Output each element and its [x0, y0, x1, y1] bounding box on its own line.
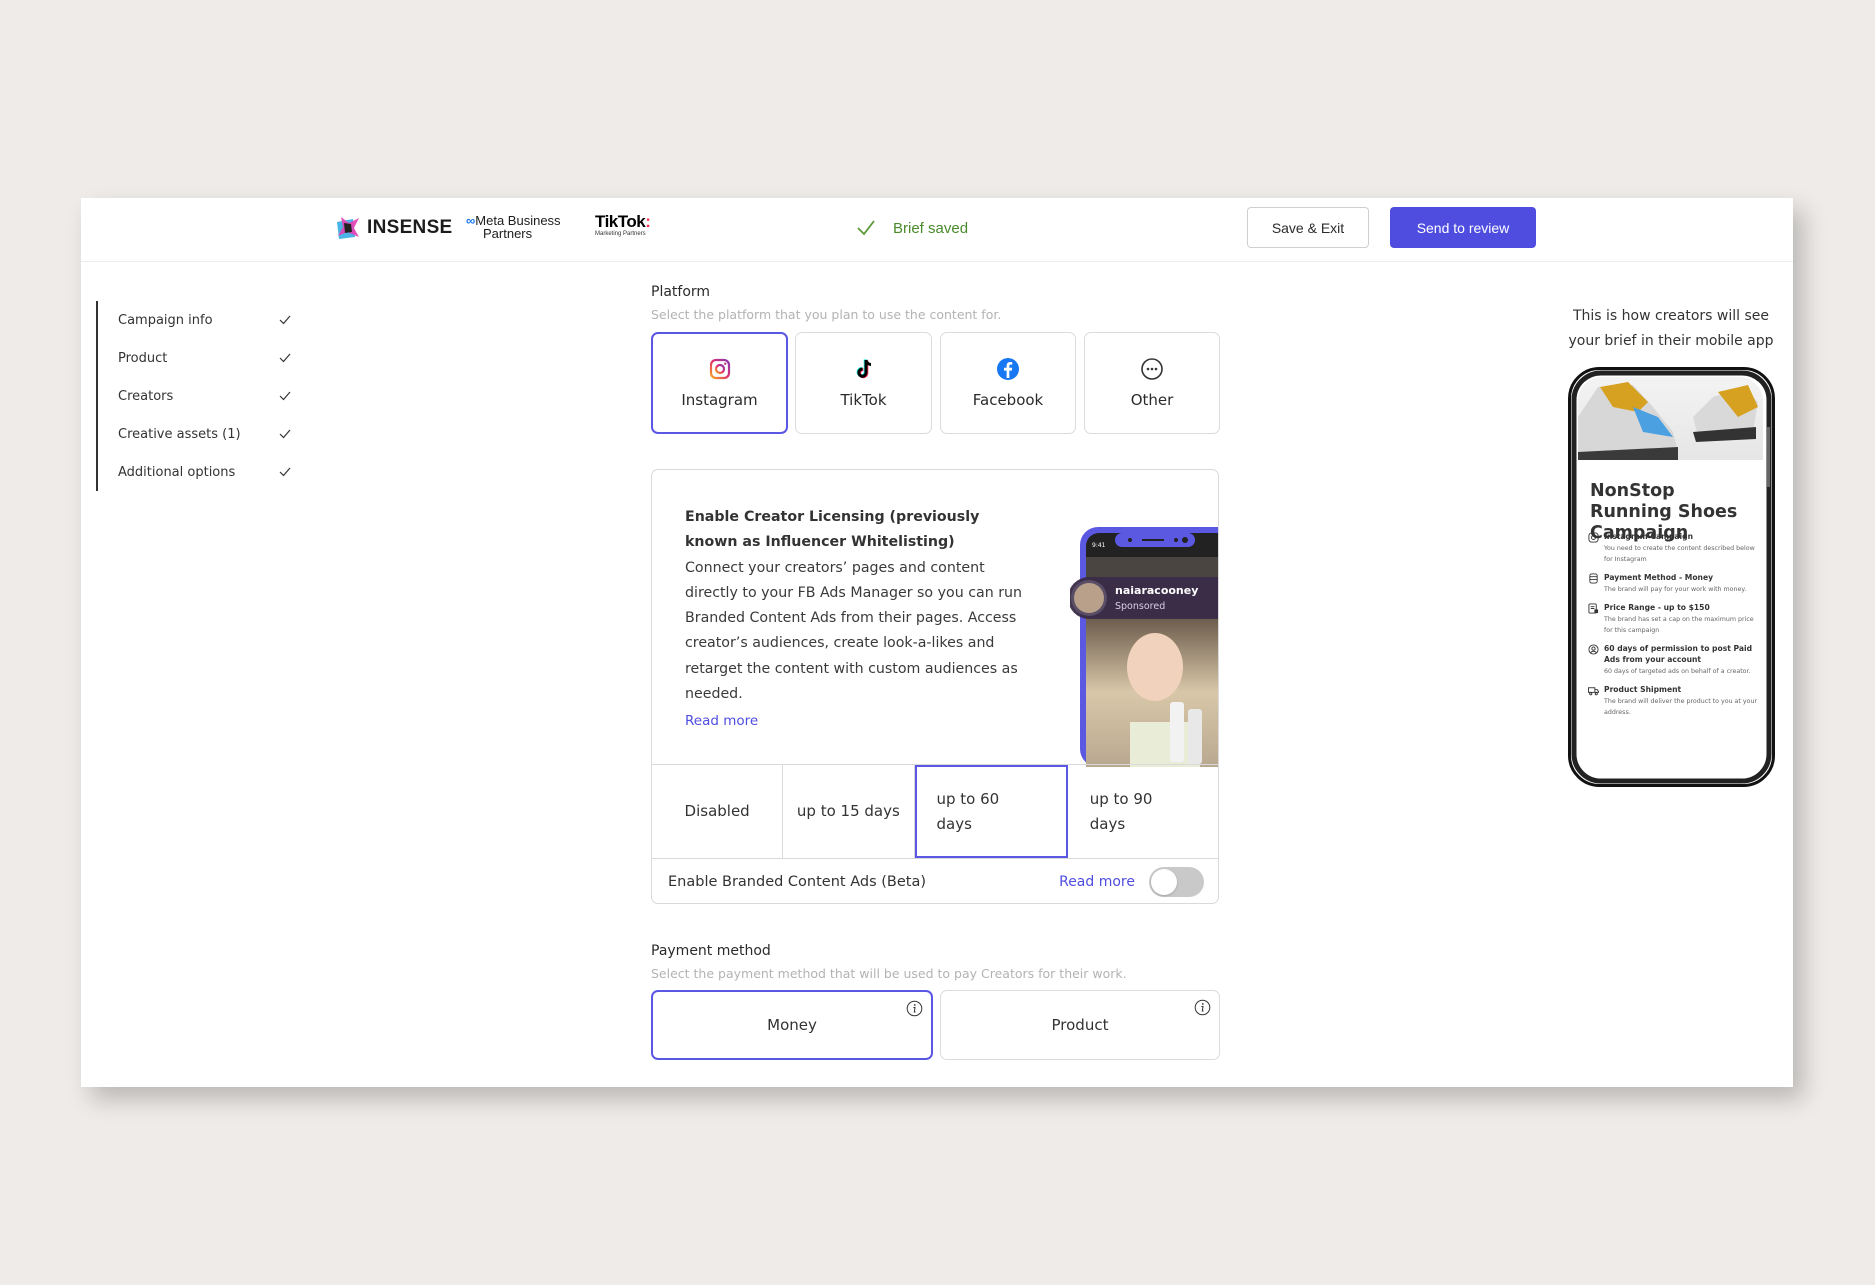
sidebar-item-creative-assets[interactable]: Creative assets (1)	[96, 415, 296, 453]
brief-editor-window: INSENSE ∞Meta Business Partners TikTok: …	[81, 198, 1793, 1087]
platform-option-facebook[interactable]: Facebook	[940, 332, 1076, 434]
platform-title: Platform	[651, 284, 711, 300]
check-icon	[279, 353, 291, 363]
preview-sponsored-label: Sponsored	[1115, 601, 1166, 612]
brief-detail-item: 60 days of permission to post Paid Ads f…	[1588, 643, 1758, 677]
creator-licensing-card: Enable Creator Licensing (previously kno…	[651, 469, 1219, 904]
money-icon	[1589, 573, 1598, 584]
sidebar-item-additional-options[interactable]: Additional options	[96, 453, 296, 491]
facebook-icon	[997, 358, 1019, 380]
brief-detail-item: Instagram Campaign You need to create the…	[1588, 531, 1758, 565]
price-tag-icon	[1588, 603, 1599, 614]
payment-title: Payment method	[651, 943, 771, 959]
check-icon	[279, 429, 291, 439]
tiktok-marketing-partners-logo: TikTok: Marketing Partners	[595, 212, 651, 237]
mobile-preview-caption: This is how creators will see your brief…	[1568, 308, 1774, 349]
check-icon	[279, 391, 291, 401]
payment-subtitle: Select the payment method that will be u…	[651, 966, 1127, 981]
preview-username: naiaracooney	[1115, 584, 1199, 597]
mobile-preview-phone: NonStop Running Shoes Campaign Instagram…	[1568, 367, 1775, 787]
brief-saved-status: Brief saved	[855, 217, 968, 239]
meta-infinity-icon: ∞	[466, 213, 476, 228]
product-image	[1578, 377, 1763, 460]
branded-ads-toggle[interactable]	[1149, 867, 1204, 897]
sneakers-image-icon	[1578, 382, 1758, 460]
payment-option-money[interactable]: Money	[651, 990, 933, 1060]
instagram-icon	[1588, 532, 1599, 543]
phone-mockup-icon: 9:41	[1070, 527, 1218, 767]
brief-detail-item: Product Shipment The brand will deliver t…	[1588, 684, 1758, 718]
send-to-review-button[interactable]: Send to review	[1390, 207, 1536, 248]
licensing-duration-selector: Disabled up to 15 days up to 60 days up …	[652, 764, 1218, 859]
brief-details-list: Instagram Campaign You need to create the…	[1588, 531, 1758, 725]
user-circle-icon	[1588, 644, 1599, 655]
insense-logo-icon	[337, 217, 359, 239]
duration-option-disabled[interactable]: Disabled	[652, 765, 784, 858]
truck-icon	[1588, 687, 1599, 696]
check-icon	[857, 220, 875, 236]
info-icon[interactable]	[1194, 999, 1211, 1016]
check-icon	[279, 315, 291, 325]
duration-option-15-days[interactable]: up to 15 days	[783, 765, 915, 858]
check-icon	[279, 467, 291, 477]
svg-text:9:41: 9:41	[1092, 542, 1106, 549]
sidebar-item-creators[interactable]: Creators	[96, 377, 296, 415]
tiktok-icon	[856, 359, 871, 379]
branded-ads-read-more-link[interactable]: Read more	[1059, 874, 1135, 890]
platform-subtitle: Select the platform that you plan to use…	[651, 307, 1002, 322]
licensing-body: Connect your creators’ pages and content…	[685, 559, 1023, 703]
ad-preview-illustration: 9:41 naiaracooney Sponsored	[1070, 527, 1218, 767]
brief-detail-item: Price Range - up to $150 The brand has se…	[1588, 602, 1758, 636]
platform-option-other[interactable]: Other	[1084, 332, 1220, 434]
header: INSENSE ∞Meta Business Partners TikTok: …	[81, 198, 1793, 262]
instagram-icon	[709, 358, 730, 380]
duration-option-90-days[interactable]: up to 90 days	[1068, 765, 1218, 858]
mobile-preview-screen: NonStop Running Shoes Campaign Instagram…	[1578, 377, 1763, 775]
payment-option-product[interactable]: Product	[940, 990, 1220, 1060]
licensing-description: Enable Creator Licensing (previously kno…	[685, 505, 1025, 735]
toggle-knob	[1151, 869, 1177, 895]
insense-logo: INSENSE	[335, 215, 453, 241]
sidebar-item-campaign-info[interactable]: Campaign info	[96, 301, 296, 339]
licensing-read-more-link[interactable]: Read more	[685, 709, 758, 734]
more-dots-icon	[1141, 358, 1163, 380]
platform-option-instagram[interactable]: Instagram	[651, 332, 788, 434]
save-exit-button[interactable]: Save & Exit	[1247, 207, 1369, 248]
meta-business-partners-logo: ∞Meta Business Partners	[466, 213, 561, 241]
brief-detail-item: Payment Method - Money The brand will pay…	[1588, 572, 1758, 595]
duration-option-60-days[interactable]: up to 60 days	[914, 765, 1068, 858]
branded-content-ads-row: Enable Branded Content Ads (Beta) Read m…	[652, 859, 1218, 903]
sidebar-item-product[interactable]: Product	[96, 339, 296, 377]
platform-option-tiktok[interactable]: TikTok	[795, 332, 932, 434]
licensing-title: Enable Creator Licensing (previously kno…	[685, 509, 980, 551]
info-icon[interactable]	[906, 1000, 923, 1017]
